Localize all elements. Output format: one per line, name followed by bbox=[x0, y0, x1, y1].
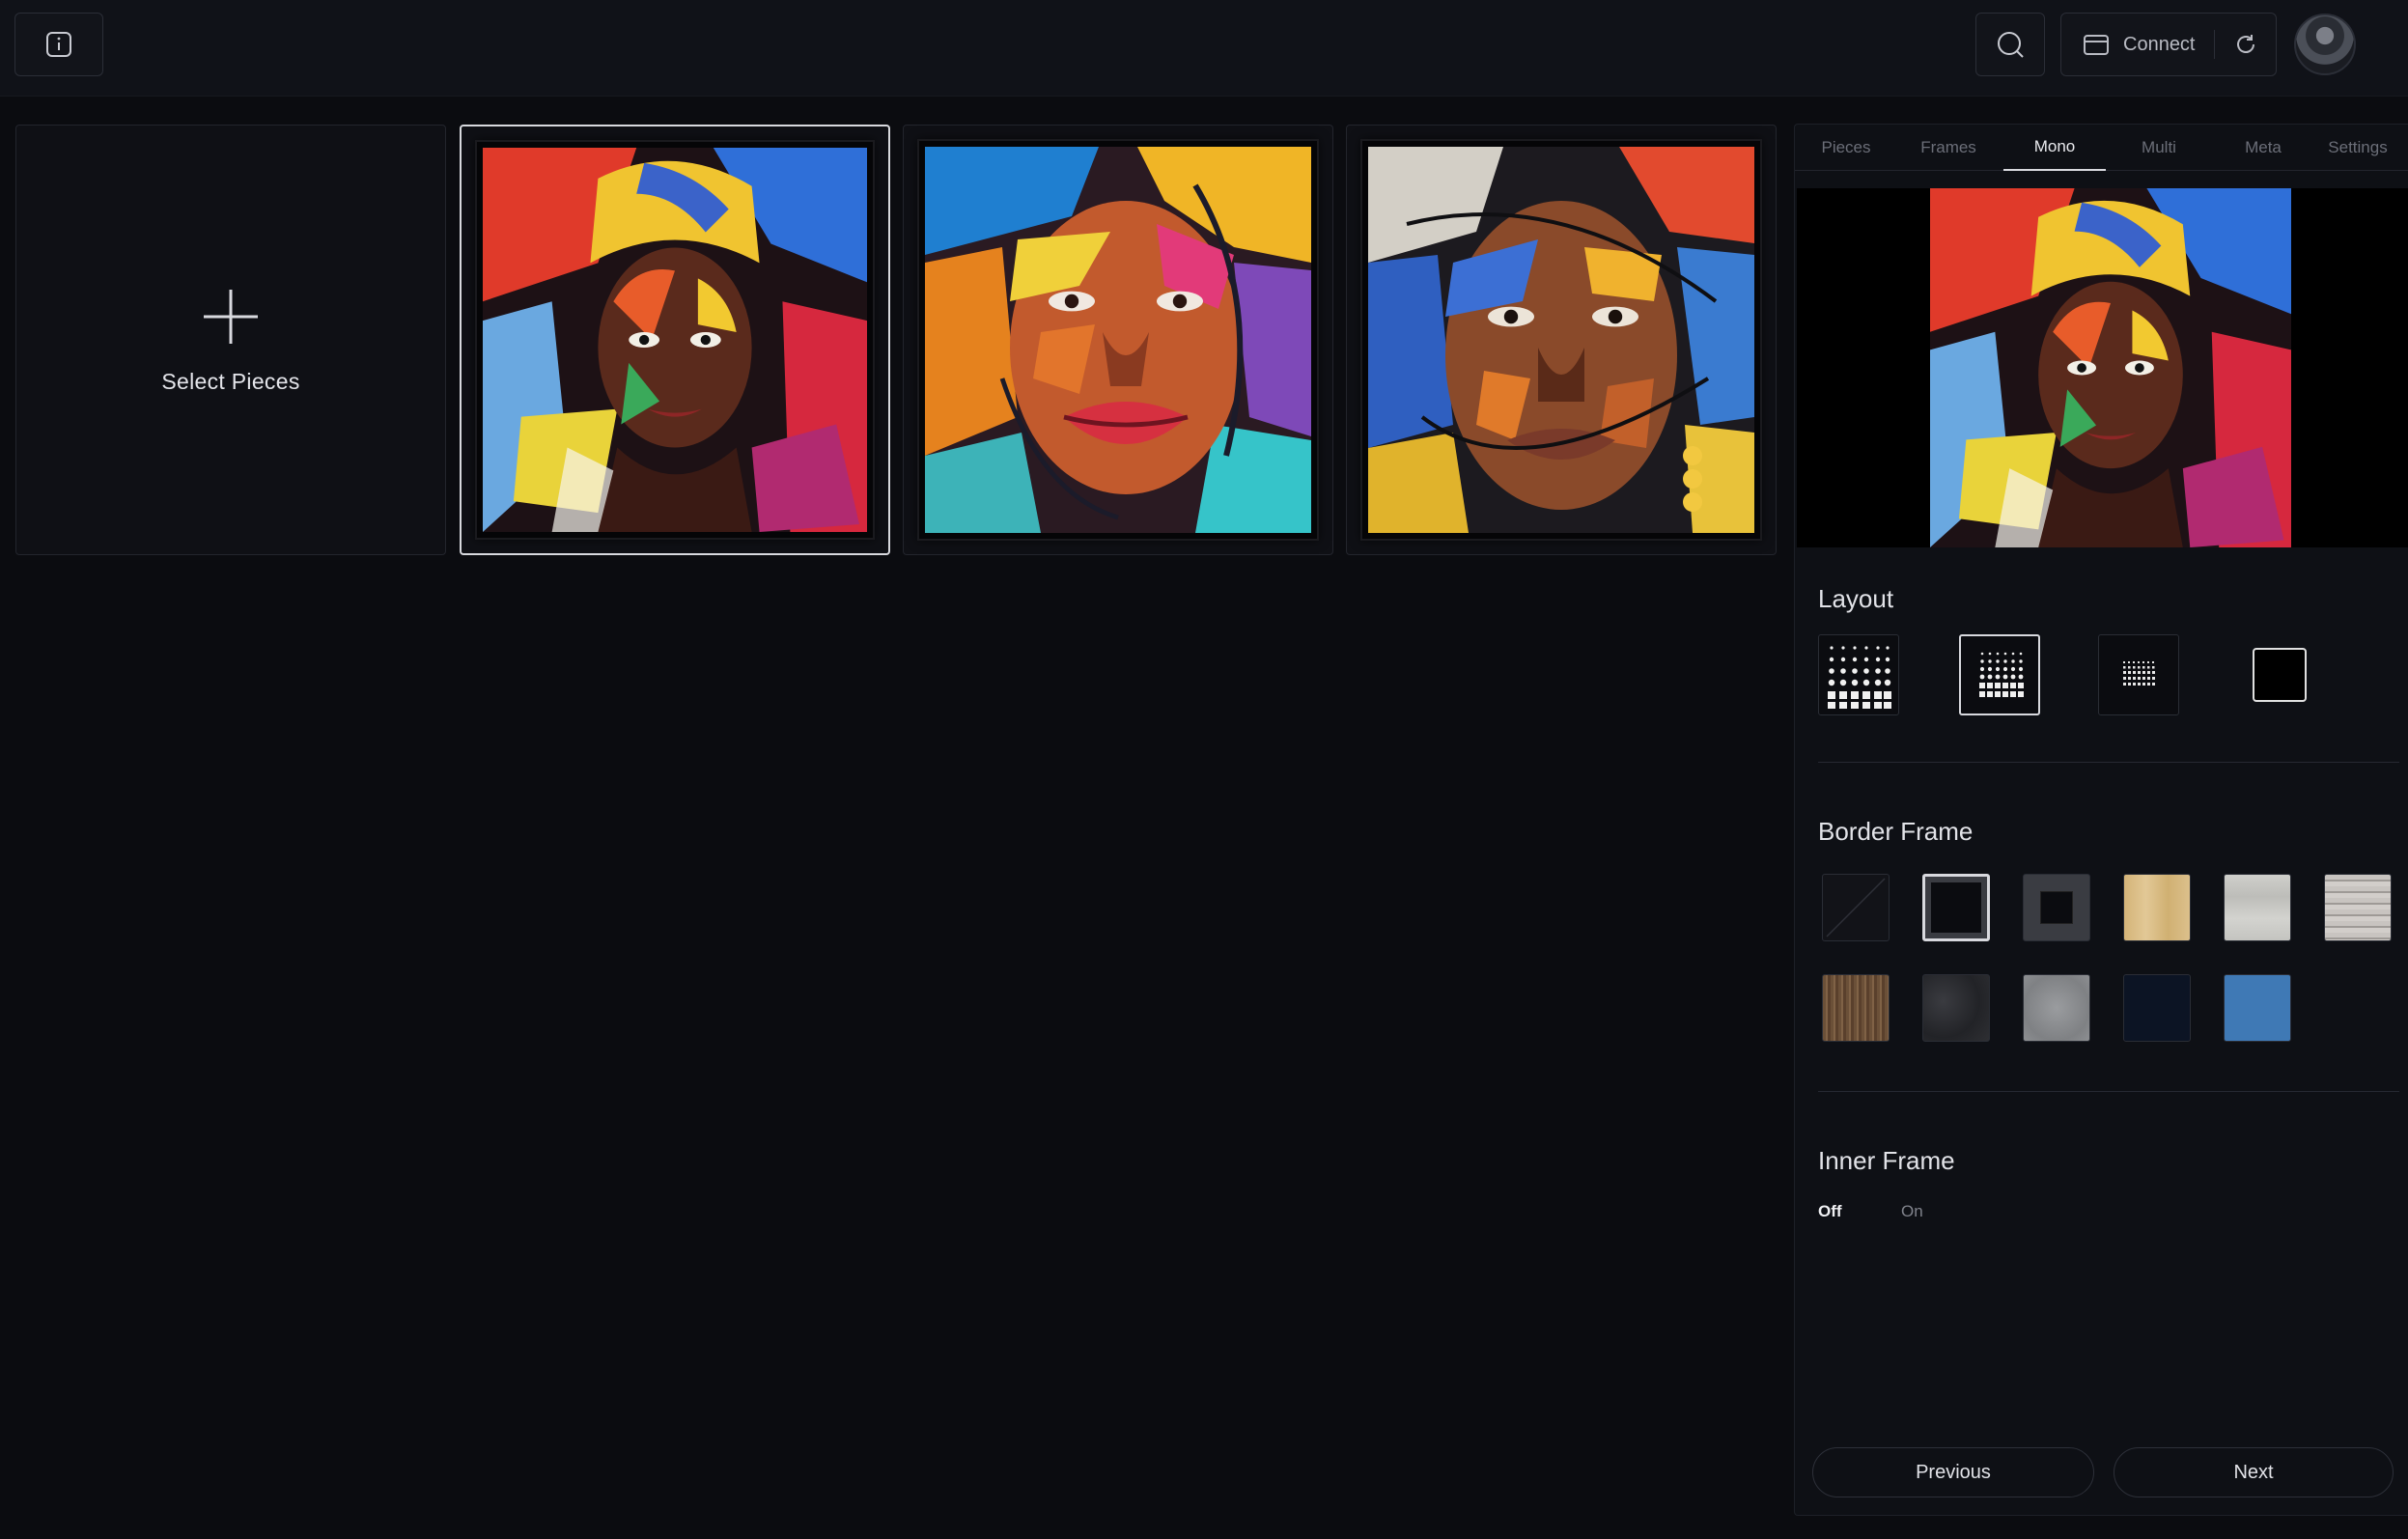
frame-swatch-black[interactable] bbox=[1922, 874, 1990, 941]
section-divider bbox=[1818, 1091, 2399, 1092]
art-piece-1[interactable] bbox=[460, 125, 890, 555]
search-icon bbox=[1998, 32, 2024, 58]
user-avatar[interactable] bbox=[2294, 14, 2356, 75]
connect-group: Connect bbox=[2060, 13, 2277, 76]
frame-swatch-dark-marble[interactable] bbox=[1922, 974, 1990, 1042]
frame-swatch-blue[interactable] bbox=[2224, 974, 2291, 1042]
plus-icon bbox=[204, 289, 258, 344]
refresh-icon bbox=[2236, 35, 2254, 53]
layout-title: Layout bbox=[1818, 584, 1894, 613]
next-button[interactable]: Next bbox=[2114, 1447, 2394, 1497]
portrait-artwork-3 bbox=[1368, 147, 1754, 533]
settings-panel: Pieces Frames Mono Multi Meta Settings L… bbox=[1794, 124, 2408, 1516]
portrait-artwork-1 bbox=[483, 148, 867, 532]
inner-frame-off-option[interactable]: Off bbox=[1818, 1202, 1842, 1221]
portrait-artwork-2 bbox=[925, 147, 1311, 533]
inner-frame-title: Inner Frame bbox=[1818, 1146, 1955, 1175]
connect-label: Connect bbox=[2123, 33, 2196, 55]
connect-button[interactable]: Connect bbox=[2061, 14, 2214, 75]
search-button[interactable] bbox=[1975, 13, 2045, 76]
art-piece-3[interactable] bbox=[1346, 125, 1777, 555]
single-square-icon bbox=[2253, 648, 2307, 702]
panel-tabs: Pieces Frames Mono Multi Meta Settings bbox=[1795, 125, 2408, 171]
charcoal-frame-preview bbox=[2040, 891, 2073, 924]
tab-mono[interactable]: Mono bbox=[2003, 125, 2106, 171]
art-frame bbox=[917, 139, 1319, 541]
frame-swatch-none[interactable] bbox=[1822, 874, 1890, 941]
inner-frame-on-option[interactable]: On bbox=[1901, 1202, 1923, 1221]
frame-swatch-navy[interactable] bbox=[2123, 974, 2191, 1042]
small-dots-icon bbox=[2123, 661, 2155, 686]
info-button[interactable] bbox=[14, 13, 103, 76]
tab-settings[interactable]: Settings bbox=[2307, 125, 2408, 171]
refresh-button[interactable] bbox=[2215, 14, 2276, 75]
layout-option-small-grid[interactable] bbox=[2098, 634, 2179, 715]
tab-meta[interactable]: Meta bbox=[2212, 125, 2314, 171]
art-piece-2[interactable] bbox=[903, 125, 1333, 555]
border-frame-title: Border Frame bbox=[1818, 817, 1974, 846]
tab-pieces[interactable]: Pieces bbox=[1795, 125, 1897, 171]
preview-artwork bbox=[1930, 188, 2291, 547]
select-pieces-tile[interactable]: Select Pieces bbox=[15, 125, 446, 555]
tab-frames[interactable]: Frames bbox=[1897, 125, 2000, 171]
medium-dots-icon bbox=[1979, 652, 2024, 697]
dense-dots-icon bbox=[1828, 646, 1891, 709]
art-frame bbox=[1360, 139, 1762, 541]
previous-button[interactable]: Previous bbox=[1812, 1447, 2094, 1497]
frame-swatch-grey-stone[interactable] bbox=[2023, 974, 2090, 1042]
frame-swatch-light-grey-wood[interactable] bbox=[2224, 874, 2291, 941]
frame-swatch-charcoal[interactable] bbox=[2023, 874, 2090, 941]
section-divider bbox=[1818, 762, 2399, 763]
tab-multi[interactable]: Multi bbox=[2108, 125, 2210, 171]
artwork-preview bbox=[1797, 188, 2408, 547]
frame-swatch-whitewash-wood[interactable] bbox=[2324, 874, 2392, 941]
wallet-icon bbox=[2084, 35, 2109, 55]
top-bar: Connect bbox=[0, 0, 2408, 97]
art-frame bbox=[475, 140, 875, 540]
layout-option-dense-grid[interactable] bbox=[1818, 634, 1899, 715]
frame-swatch-walnut[interactable] bbox=[1822, 974, 1890, 1042]
info-icon bbox=[46, 32, 71, 57]
black-frame-preview bbox=[1931, 882, 1981, 933]
no-frame-icon bbox=[1826, 878, 1886, 937]
layout-option-medium-grid[interactable] bbox=[1959, 634, 2040, 715]
frame-swatch-light-oak[interactable] bbox=[2123, 874, 2191, 941]
layout-option-single[interactable] bbox=[2239, 634, 2320, 715]
select-pieces-label: Select Pieces bbox=[161, 368, 300, 394]
